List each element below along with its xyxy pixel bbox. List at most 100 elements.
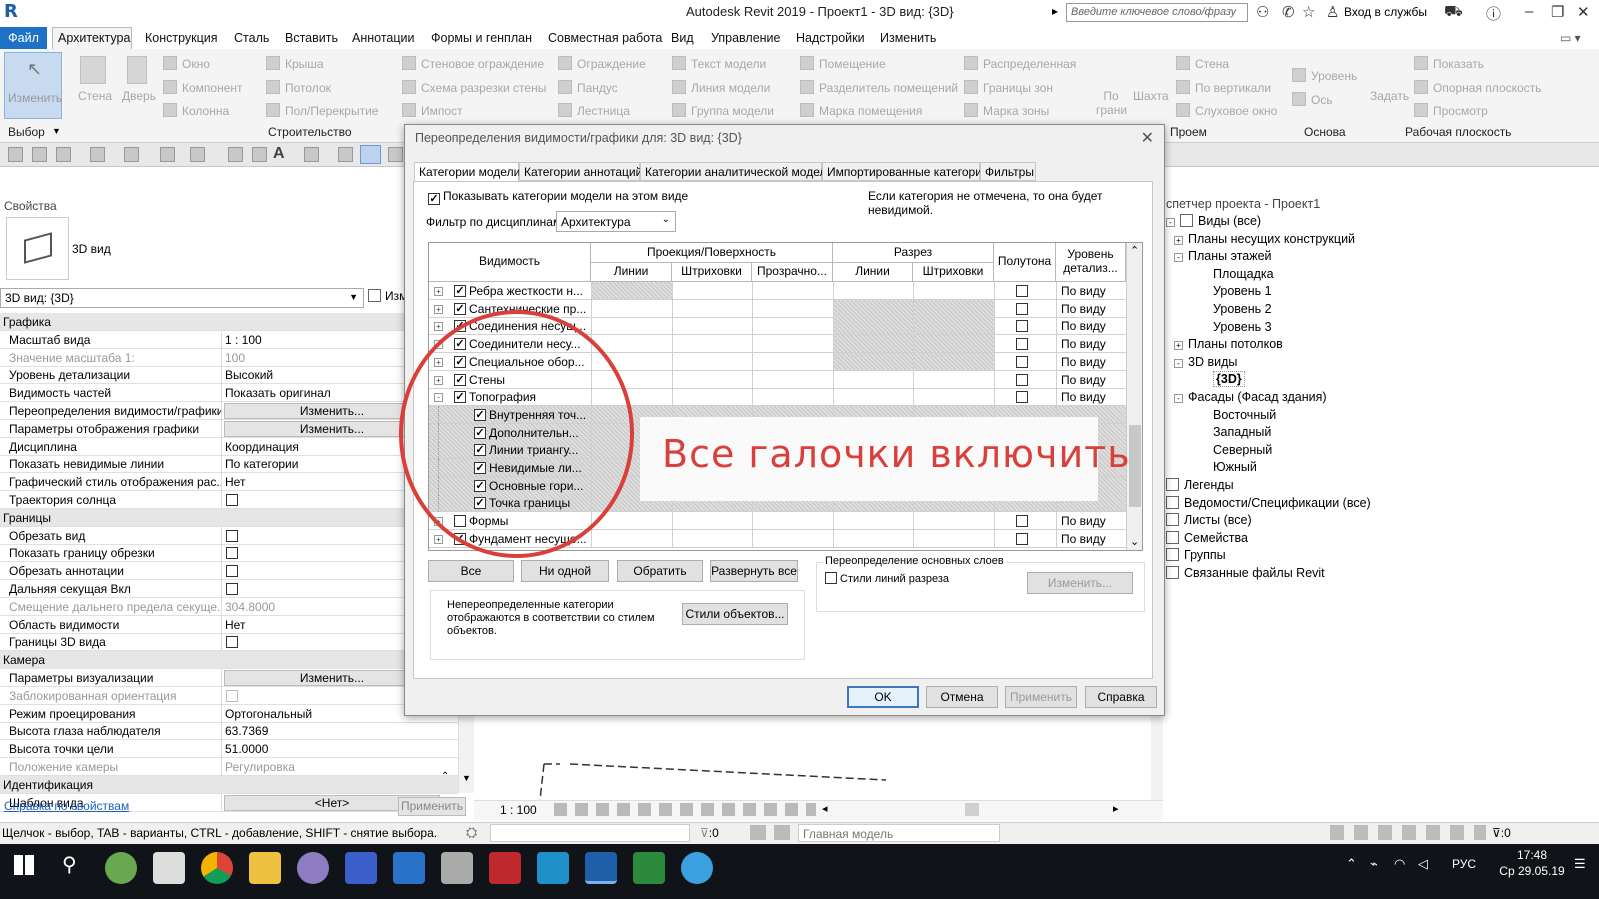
search-input[interactable]: Введите ключевое слово/фразу: [1066, 3, 1248, 22]
grid-button[interactable]: Ось: [1292, 92, 1333, 107]
stair-button[interactable]: Лестница: [558, 103, 630, 118]
select-all-button[interactable]: Все: [428, 560, 514, 582]
property-value[interactable]: 1 : 100: [225, 333, 262, 347]
component-button[interactable]: Компонент: [163, 80, 243, 95]
browser-item[interactable]: Ведомости/Спецификации (все): [1166, 495, 1371, 510]
search-arrow-icon[interactable]: ▸: [1052, 4, 1058, 18]
open-icon[interactable]: [8, 147, 23, 162]
browser-item[interactable]: Легенды: [1166, 478, 1234, 492]
redo-icon[interactable]: [124, 147, 139, 162]
browser-item[interactable]: Группы: [1166, 548, 1226, 562]
modify-button[interactable]: ↖ Изменить: [4, 52, 62, 119]
design-option-selector[interactable]: Главная модель: [798, 824, 1000, 842]
menu-tab-massing[interactable]: Формы и генплан: [431, 31, 532, 45]
col-cut-lines[interactable]: Линии: [833, 263, 913, 282]
cut-line-styles-option[interactable]: Стили линий разреза: [825, 572, 949, 585]
dialog-close-icon[interactable]: ✕: [1141, 128, 1154, 148]
close-icon[interactable]: ✕: [1577, 3, 1590, 21]
minimize-icon[interactable]: –: [1525, 3, 1533, 20]
property-value[interactable]: По категории: [225, 457, 298, 471]
detail-level-value[interactable]: По виду: [1061, 355, 1106, 369]
property-value[interactable]: Показать оригинал: [225, 386, 331, 400]
dormer-button[interactable]: Слуховое окно: [1176, 103, 1277, 118]
expand-icon[interactable]: +: [434, 534, 443, 544]
language-indicator[interactable]: РУС: [1452, 857, 1476, 871]
col-visibility[interactable]: Видимость: [429, 243, 591, 282]
tree-toggle-icon[interactable]: -: [1174, 394, 1183, 403]
tree-toggle-icon[interactable]: -: [1174, 358, 1183, 368]
halftone-checkbox[interactable]: [1016, 302, 1028, 315]
ramp-button[interactable]: Пандус: [558, 80, 618, 95]
halftone-checkbox[interactable]: [1016, 532, 1028, 545]
select-none-button[interactable]: Ни одной: [521, 560, 609, 582]
browser-item[interactable]: Уровень 2: [1213, 302, 1272, 316]
d-app-icon[interactable]: [633, 852, 665, 884]
network-app-icon[interactable]: [441, 852, 473, 884]
tray-network-icon[interactable]: ⌁: [1370, 856, 1378, 872]
tree-toggle-icon[interactable]: +: [1174, 341, 1183, 351]
tab-imported-categories[interactable]: Импортированные категории: [822, 162, 989, 181]
selection-options-icons[interactable]: [1330, 825, 1486, 840]
select-group-label[interactable]: Выбор: [8, 125, 45, 139]
undo-icon[interactable]: [90, 147, 105, 162]
browser-item[interactable]: - Фасады (Фасад здания): [1174, 390, 1327, 404]
invert-button[interactable]: Обратить: [617, 560, 703, 582]
detail-level-value[interactable]: По виду: [1061, 319, 1106, 333]
ref-plane-button[interactable]: Опорная плоскость: [1414, 80, 1541, 95]
property-value[interactable]: 304.8000: [225, 600, 275, 614]
vertical-opening-button[interactable]: По вертикали: [1176, 80, 1271, 95]
explorer-icon[interactable]: [249, 852, 281, 884]
discipline-filter-select[interactable]: Архитектура ⌄: [556, 211, 676, 232]
utorrent-icon[interactable]: [105, 852, 137, 884]
tag-icon[interactable]: [252, 147, 267, 162]
clock-time[interactable]: 17:48: [1502, 848, 1562, 862]
browser-item[interactable]: Площадка: [1213, 267, 1274, 281]
show-workplane-button[interactable]: Показать: [1414, 56, 1484, 71]
binoculars-icon[interactable]: ⚇: [1256, 3, 1269, 21]
cancel-button[interactable]: Отмена: [926, 686, 998, 708]
halftone-checkbox[interactable]: [1016, 285, 1028, 297]
section-icon[interactable]: [338, 147, 353, 162]
col-proj-lines[interactable]: Линии: [591, 263, 672, 282]
help-button[interactable]: Справка: [1085, 686, 1157, 708]
search-taskbar-icon[interactable]: ⚲: [62, 852, 77, 877]
autocad-icon[interactable]: [489, 852, 521, 884]
menu-tab-view[interactable]: Вид: [671, 31, 694, 45]
menu-tab-architecture[interactable]: Архитектура: [58, 31, 130, 45]
detail-level-value[interactable]: По виду: [1061, 302, 1106, 316]
browser-item[interactable]: Восточный: [1213, 408, 1276, 422]
view-control-icons[interactable]: [554, 803, 816, 816]
hscroll-thumb[interactable]: [965, 803, 979, 816]
save-icon[interactable]: [32, 147, 47, 162]
select-dropdown-icon[interactable]: ▼: [52, 126, 61, 136]
calculator-icon[interactable]: [153, 852, 185, 884]
tray-volume-icon[interactable]: ◁: [1418, 856, 1428, 872]
property-value[interactable]: Регулировка: [225, 760, 295, 774]
model-line-button[interactable]: Линия модели: [672, 80, 770, 95]
property-value[interactable]: 100: [225, 351, 245, 365]
floor-button[interactable]: Пол/Перекрытие: [266, 103, 378, 118]
properties-apply-button[interactable]: Применить: [398, 797, 466, 816]
menu-tab-modify[interactable]: Изменить: [880, 31, 936, 45]
halftone-checkbox[interactable]: [1016, 515, 1028, 528]
area-button[interactable]: Распределенная: [964, 56, 1076, 71]
roof-button[interactable]: Крыша: [266, 56, 324, 71]
browser-item[interactable]: + Планы несущих конструкций: [1174, 232, 1355, 246]
print-icon[interactable]: [160, 147, 175, 162]
halftone-checkbox[interactable]: [1016, 373, 1028, 386]
worksets-icon[interactable]: ⛭: [466, 824, 477, 841]
browser-item[interactable]: Листы (все): [1166, 513, 1252, 527]
filter-count[interactable]: ⊽:0: [1492, 826, 1511, 840]
property-checkbox[interactable]: [226, 547, 238, 560]
collapse-section-icon[interactable]: ⌃: [441, 771, 449, 782]
notepad-icon[interactable]: [345, 852, 377, 884]
3d-view-icon[interactable]: [304, 147, 319, 162]
wall-button[interactable]: Стена: [78, 89, 112, 103]
browser-item[interactable]: Уровень 1: [1213, 284, 1272, 298]
view-scale[interactable]: 1 : 100: [500, 803, 537, 817]
area-boundary-button[interactable]: Границы зон: [964, 80, 1053, 95]
table-scrollbar[interactable]: ⌃ ⌄: [1126, 243, 1142, 550]
curtain-grid-button[interactable]: Схема разрезки стены: [402, 80, 546, 95]
menu-tab-annotate[interactable]: Аннотации: [352, 31, 414, 45]
door-button[interactable]: Дверь: [122, 89, 156, 103]
